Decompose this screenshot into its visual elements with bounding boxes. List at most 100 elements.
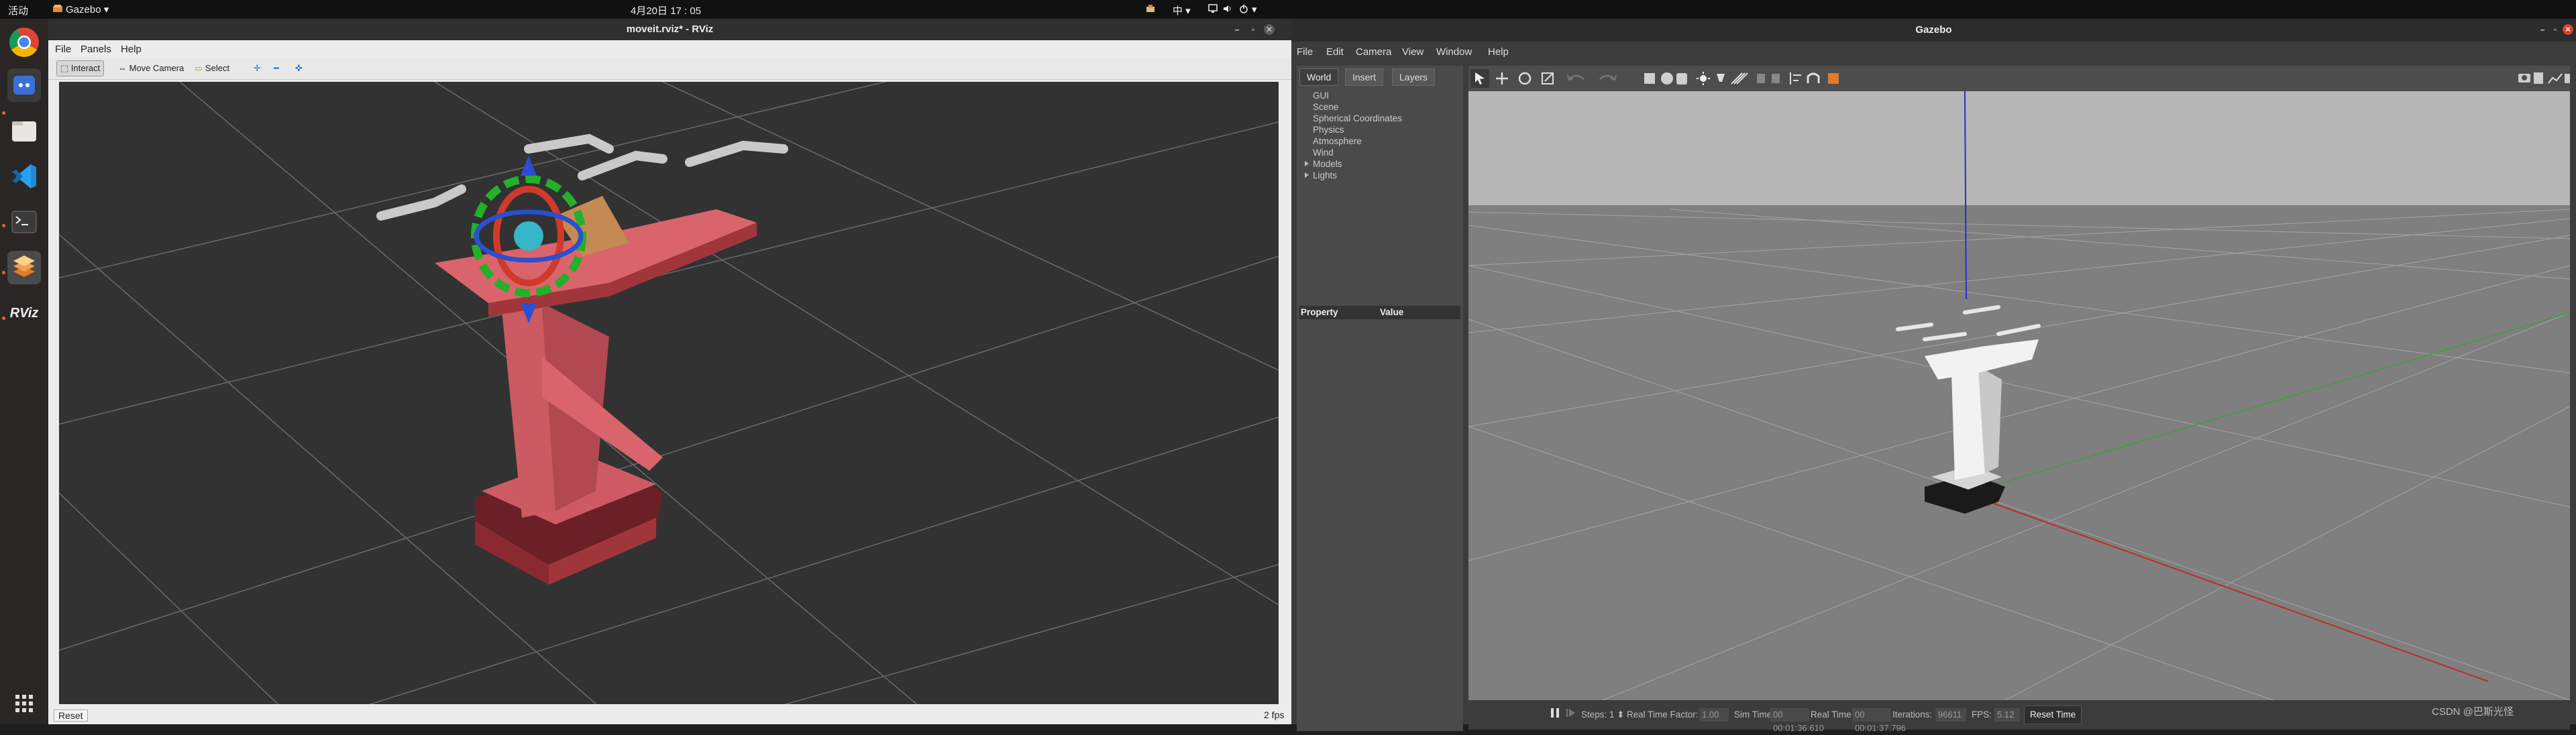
tree-item-gui[interactable]: GUI [1305, 90, 1402, 101]
select-label: Select [205, 63, 230, 73]
power-icon[interactable] [1238, 3, 1249, 17]
world-tree: GUI Scene Spherical Coordinates Physics … [1305, 90, 1402, 181]
point-light-icon[interactable] [1697, 72, 1710, 85]
stacked-app-icon[interactable] [7, 251, 41, 284]
app-menu-icon [52, 3, 63, 17]
gz-menu-view[interactable]: View [1402, 46, 1424, 58]
spot-light-icon[interactable] [1717, 74, 1725, 82]
clock[interactable]: 4月20日 17 : 05 [631, 3, 701, 17]
gazebo-3d-viewport[interactable] [1468, 91, 2570, 700]
gz-close-icon[interactable]: ✕ [2563, 24, 2573, 35]
rotate-mode-icon[interactable] [1518, 72, 1532, 85]
app-grid-icon[interactable] [7, 687, 41, 720]
tree-item-scene[interactable]: Scene [1305, 101, 1402, 113]
tab-layers[interactable]: Layers [1392, 68, 1436, 86]
files-icon[interactable] [7, 114, 41, 148]
gz-menu-camera[interactable]: Camera [1356, 46, 1391, 58]
close-icon[interactable]: ✕ [1264, 24, 1275, 35]
gazebo-toolbar [1468, 66, 2570, 91]
gz-maximize-icon[interactable]: ▫ [2550, 24, 2561, 35]
tab-world[interactable]: World [1299, 68, 1339, 86]
gz-menu-file[interactable]: File [1297, 46, 1313, 58]
input-method-label: 中 [1173, 5, 1183, 17]
measure-icon[interactable]: ━ [270, 60, 283, 76]
align-icon[interactable] [1790, 72, 1801, 84]
cylinder-shape-icon[interactable] [1676, 73, 1687, 84]
publish-point-icon[interactable]: ✜ [291, 60, 307, 76]
expand-triangle-icon[interactable] [1305, 172, 1309, 178]
screenshot-icon[interactable] [2518, 74, 2530, 82]
video-record-icon[interactable] [2565, 74, 2570, 83]
system-top-bar: 活动 Gazebo ▾ 4月20日 17 : 05 中 ▾ ▾ [0, 0, 2576, 19]
log-icon[interactable] [2534, 72, 2543, 84]
tree-item-physics[interactable]: Physics [1305, 124, 1402, 135]
directional-light-icon[interactable] [1731, 72, 1748, 84]
reset-button[interactable]: Reset [54, 710, 88, 722]
step-icon[interactable] [1565, 707, 1577, 719]
gz-minimize-icon[interactable]: – [2537, 24, 2548, 35]
expand-triangle-icon[interactable] [1305, 161, 1309, 166]
box-shape-icon[interactable] [1644, 73, 1655, 84]
dock: RViz [0, 19, 48, 724]
gz-menu-help[interactable]: Help [1488, 46, 1509, 58]
snap-icon[interactable] [1807, 72, 1820, 83]
volume-icon[interactable] [1222, 3, 1233, 17]
tree-item-models[interactable]: Models [1305, 158, 1402, 170]
undo-icon[interactable] [1567, 74, 1585, 81]
reset-time-button[interactable]: Reset Time [2024, 705, 2082, 724]
interact-label: Interact [70, 63, 101, 73]
app-menu-button[interactable]: Gazebo ▾ [66, 3, 109, 15]
change-view-icon[interactable] [1828, 73, 1839, 84]
copy-icon[interactable] [1757, 74, 1765, 83]
gazebo-menubar: File Edit Camera View Window Help [1291, 42, 2576, 62]
gz-menu-edit[interactable]: Edit [1326, 46, 1344, 58]
maximize-icon[interactable]: ▫ [1248, 24, 1258, 35]
input-method-indicator[interactable]: 中 ▾ [1173, 3, 1191, 17]
watermark: CSDN @巴斯光怪 [2432, 706, 2514, 718]
tree-item-atmosphere[interactable]: Atmosphere [1305, 135, 1402, 147]
menu-panels[interactable]: Panels [80, 44, 111, 55]
select-tool-button[interactable]: ▭ Select [191, 60, 233, 76]
terminal-icon[interactable] [7, 205, 41, 239]
messenger-app-icon[interactable] [7, 68, 41, 102]
activities-button[interactable]: 活动 [8, 3, 28, 17]
vscode-icon[interactable] [7, 160, 41, 193]
select-mode-icon[interactable] [1470, 69, 1489, 88]
iterations-value: 96611 [1935, 708, 1966, 722]
translate-mode-icon[interactable] [1496, 72, 1508, 84]
tree-item-lights[interactable]: Lights [1305, 170, 1402, 181]
network-icon[interactable] [1208, 3, 1218, 17]
fps-readout: 2 fps [1264, 710, 1285, 720]
tab-insert[interactable]: Insert [1345, 68, 1384, 86]
minimize-icon[interactable]: – [1232, 24, 1242, 35]
steps-spinbox[interactable]: 1 ⬍ [1609, 710, 1625, 720]
rviz-3d-viewport[interactable] [59, 82, 1279, 704]
gazebo-window: Gazebo – ▫ ✕ File Edit Camera View Windo… [1291, 19, 2576, 733]
rviz-status-bar: Reset 2 fps [48, 707, 1291, 724]
scale-mode-icon[interactable] [1542, 72, 1554, 84]
system-menu-chevron-icon[interactable]: ▾ [1252, 3, 1257, 15]
plot-icon[interactable] [2548, 73, 2563, 84]
tray-app-icon[interactable] [1145, 3, 1156, 17]
pause-icon[interactable] [1549, 707, 1561, 719]
gazebo-title-bar: Gazebo – ▫ ✕ [1291, 19, 2576, 42]
menu-file[interactable]: File [55, 44, 71, 55]
gz-menu-window[interactable]: Window [1436, 46, 1472, 58]
interact-tool-button[interactable]: ⬚ Interact [56, 60, 105, 76]
rviz-menubar: File Panels Help [48, 40, 1291, 58]
property-table-header: Property Value [1299, 306, 1460, 319]
tree-item-spherical-coordinates[interactable]: Spherical Coordinates [1305, 113, 1402, 124]
focus-camera-icon[interactable]: ✛ [250, 60, 265, 76]
menu-help[interactable]: Help [121, 44, 142, 55]
gz-sky [1468, 91, 2570, 205]
tree-item-wind[interactable]: Wind [1305, 147, 1402, 158]
move-camera-tool-button[interactable]: ⇔ Move Camera [114, 60, 188, 76]
fps-label: FPS: [1972, 710, 1992, 720]
chrome-icon[interactable] [7, 25, 41, 59]
fps-value: 5.12 [1994, 708, 2020, 722]
redo-icon[interactable] [1599, 74, 1617, 81]
steps-label: Steps: [1581, 710, 1607, 720]
sphere-shape-icon[interactable] [1661, 72, 1673, 84]
paste-icon[interactable] [1772, 74, 1780, 83]
rviz-icon[interactable]: RViz [7, 296, 41, 330]
